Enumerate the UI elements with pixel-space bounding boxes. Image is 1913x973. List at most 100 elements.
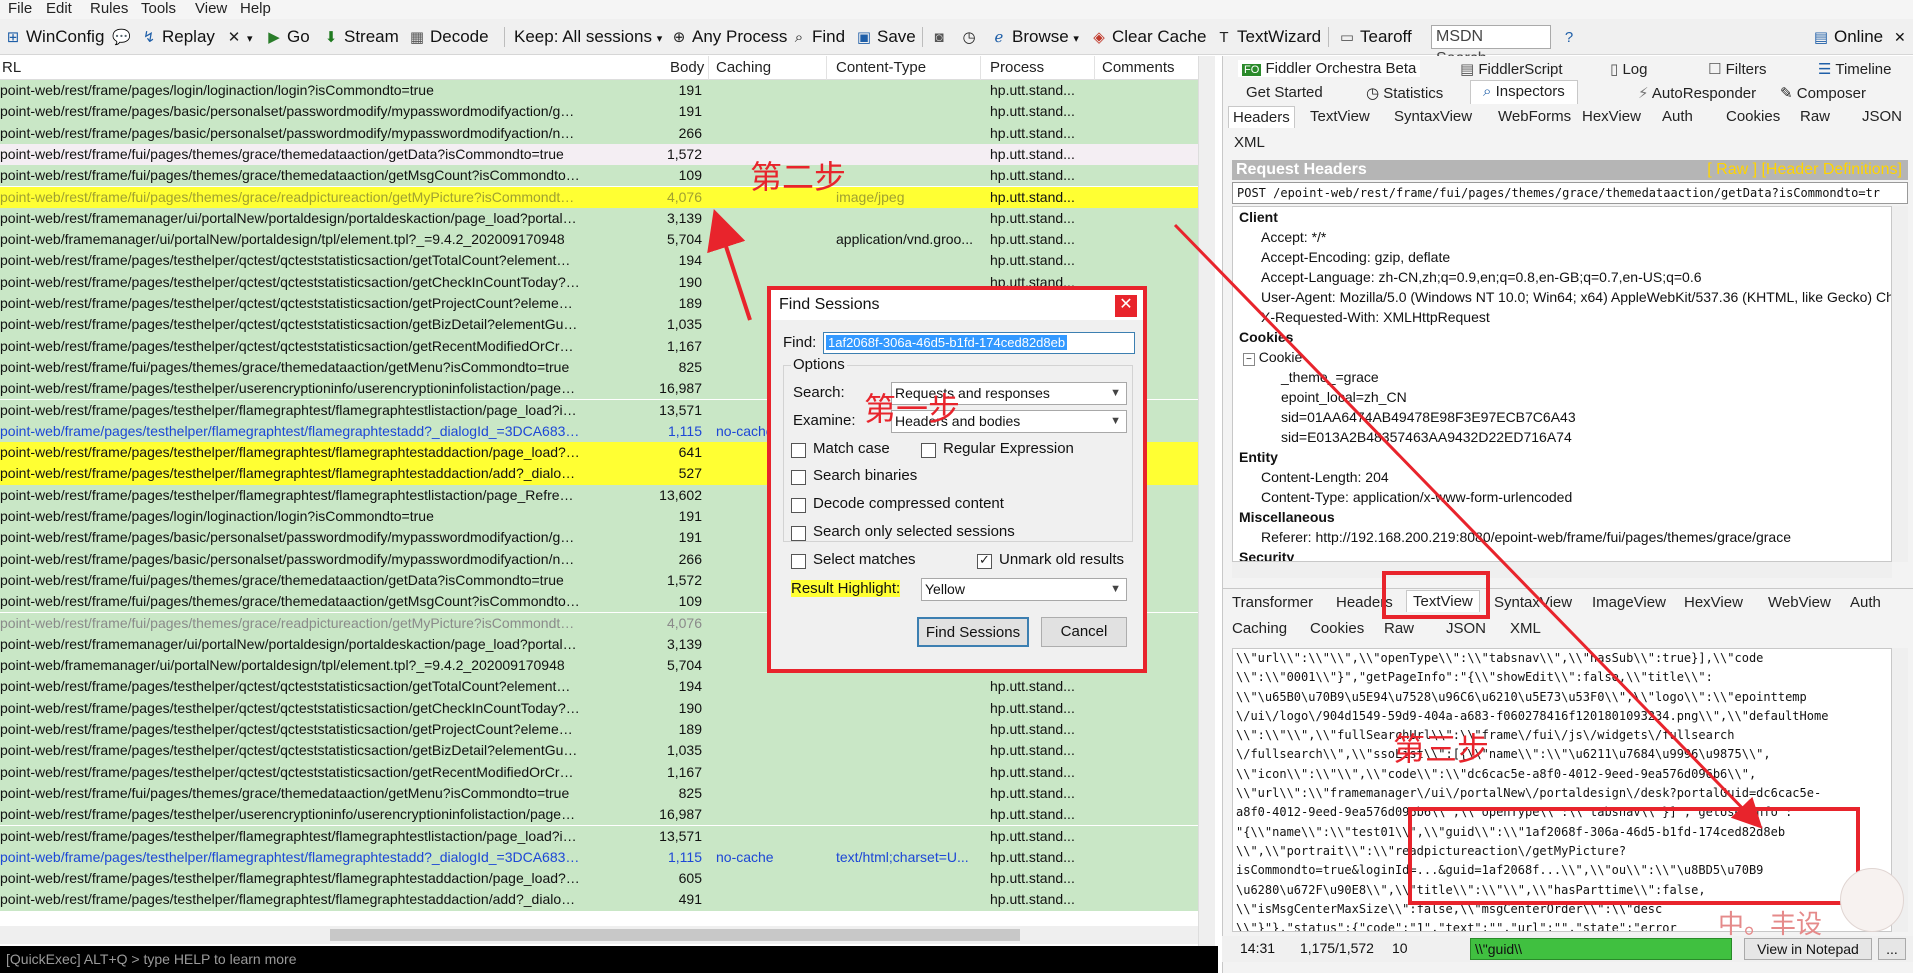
req-tab-json[interactable]: JSON xyxy=(1862,108,1902,125)
search-selected-checkbox[interactable] xyxy=(791,526,806,541)
regex-checkbox[interactable] xyxy=(921,443,936,458)
session-row[interactable]: point-web/rest/frame/pages/testhelper/qc… xyxy=(0,740,1198,762)
grid-vertical-scrollbar[interactable] xyxy=(1198,56,1215,946)
resp-tab-webview[interactable]: WebView xyxy=(1768,594,1831,611)
column-separator[interactable] xyxy=(708,56,709,80)
session-row[interactable]: point-web/rest/frame/pages/login/loginac… xyxy=(0,80,1198,102)
tab-autoresponder[interactable]: ⚡ AutoResponder xyxy=(1638,84,1756,102)
tab-statistics[interactable]: ◷ Statistics xyxy=(1366,84,1443,102)
splitter[interactable] xyxy=(1222,588,1913,589)
session-row[interactable]: point-web/frame/pages/testhelper/flamegr… xyxy=(0,846,1198,869)
tab-fiddler-orchestra[interactable]: FO Fiddler Orchestra Beta xyxy=(1238,60,1421,77)
unmark-old-checkbox[interactable] xyxy=(977,552,992,569)
session-row[interactable]: point-web/rest/frame/pages/testhelper/qc… xyxy=(0,719,1198,741)
menu-rules[interactable]: Rules xyxy=(90,0,128,17)
column-url[interactable]: RL xyxy=(2,59,21,76)
resp-tab-hexview[interactable]: HexView xyxy=(1684,594,1743,611)
req-tab-hexview[interactable]: HexView xyxy=(1582,108,1641,125)
session-row[interactable]: point-web/framemanager/ui/portalNew/port… xyxy=(0,229,1198,251)
match-case-checkbox[interactable] xyxy=(791,443,806,458)
tab-inspectors[interactable]: ⌕ Inspectors xyxy=(1470,80,1578,104)
req-tab-textview[interactable]: TextView xyxy=(1310,108,1370,125)
dialog-close-button[interactable]: ✕ xyxy=(1115,295,1137,317)
session-row[interactable]: point-web/rest/frame/pages/testhelper/qc… xyxy=(0,250,1198,272)
column-body[interactable]: Body xyxy=(670,59,704,76)
grid-scroll-thumb[interactable] xyxy=(330,929,1020,941)
cookie-toggle[interactable]: − Cookie xyxy=(1243,349,1302,366)
req-tab-webforms[interactable]: WebForms xyxy=(1498,108,1571,125)
resp-tab-imageview[interactable]: ImageView xyxy=(1592,594,1666,611)
timer-button[interactable]: ◷ xyxy=(960,24,982,50)
find-input[interactable]: 1af2068f-306a-46d5-b1fd-174ced82d8eb xyxy=(823,332,1135,354)
any-process-button[interactable]: ⊕ Any Process xyxy=(670,24,788,50)
menu-tools[interactable]: Tools xyxy=(141,0,176,17)
headers-horizontal-scrollbar[interactable] xyxy=(1232,562,1892,578)
session-row[interactable]: point-web/rest/frame/fui/pages/themes/gr… xyxy=(0,186,1198,208)
req-tab-headers[interactable]: Headers xyxy=(1228,106,1295,128)
session-row[interactable]: point-web/rest/frame/pages/testhelper/fl… xyxy=(0,825,1198,847)
tab-fiddlerscript[interactable]: ▤ FiddlerScript xyxy=(1460,60,1563,78)
replay-button[interactable]: ↯ Replay xyxy=(140,24,215,50)
menu-view[interactable]: View xyxy=(195,0,227,17)
cancel-button[interactable]: Cancel xyxy=(1041,617,1127,647)
raw-header-links[interactable]: [ Raw ] [Header Definitions] xyxy=(1707,160,1902,180)
resp-tab-xml[interactable]: XML xyxy=(1510,620,1541,637)
close-icon[interactable]: ✕ xyxy=(1894,24,1906,50)
session-row[interactable]: point-web/rest/frame/fui/pages/themes/gr… xyxy=(0,143,1198,166)
session-row[interactable]: point-web/rest/frame/pages/testhelper/fl… xyxy=(0,889,1198,911)
menu-help[interactable]: Help xyxy=(240,0,271,17)
resp-tab-transformer[interactable]: Transformer xyxy=(1232,594,1313,611)
remove-button[interactable]: ✕ ▾ xyxy=(225,24,253,50)
search-binaries-checkbox[interactable] xyxy=(791,470,806,485)
find-button[interactable]: ⌕ Find xyxy=(790,24,845,50)
stream-button[interactable]: ⬇ Stream xyxy=(322,24,399,50)
resp-tab-cookies[interactable]: Cookies xyxy=(1310,620,1364,637)
help-button[interactable]: ? xyxy=(1560,24,1582,50)
column-caching[interactable]: Caching xyxy=(716,59,771,76)
more-button[interactable]: ... xyxy=(1878,938,1906,960)
session-row[interactable]: point-web/rest/frame/pages/testhelper/qc… xyxy=(0,676,1198,698)
quickexec-input[interactable]: [QuickExec] ALT+Q > type HELP to learn m… xyxy=(0,946,1218,973)
session-row[interactable]: point-web/rest/frame/pages/testhelper/us… xyxy=(0,804,1198,826)
tab-get-started[interactable]: Get Started xyxy=(1246,84,1323,101)
tab-composer[interactable]: ✎ Composer xyxy=(1780,84,1866,102)
session-row[interactable]: point-web/rest/frame/pages/testhelper/qc… xyxy=(0,697,1198,719)
comment-button[interactable]: 💬 xyxy=(112,24,134,50)
winconfig-button[interactable]: ⊞ WinConfig xyxy=(4,24,105,50)
tab-log[interactable]: ▯ Log xyxy=(1610,60,1647,78)
resp-tab-auth[interactable]: Auth xyxy=(1850,594,1881,611)
clear-cache-button[interactable]: ◈ Clear Cache xyxy=(1090,24,1206,50)
tearoff-button[interactable]: ▭ Tearoff xyxy=(1338,24,1412,50)
decode-compressed-checkbox[interactable] xyxy=(791,498,806,513)
column-separator[interactable] xyxy=(1094,56,1095,80)
screenshot-button[interactable]: ◙ xyxy=(930,24,952,50)
req-tab-cookies[interactable]: Cookies xyxy=(1726,108,1780,125)
session-row[interactable]: point-web/rest/frame/pages/testhelper/qc… xyxy=(0,761,1198,783)
headers-vertical-scrollbar[interactable] xyxy=(1892,206,1908,562)
req-tab-auth[interactable]: Auth xyxy=(1662,108,1693,125)
tab-filters[interactable]: ☐ Filters xyxy=(1708,60,1766,78)
select-matches-checkbox[interactable] xyxy=(791,554,806,569)
browse-button[interactable]: ℯ Browse ▾ xyxy=(990,24,1079,50)
session-row[interactable]: point-web/rest/frame/pages/testhelper/fl… xyxy=(0,868,1198,890)
column-content-type[interactable]: Content-Type xyxy=(836,59,926,76)
decode-button[interactable]: ▦ Decode xyxy=(408,24,489,50)
keep-sessions-dropdown[interactable]: Keep: All sessions ▾ xyxy=(514,24,662,50)
find-in-text-input[interactable]: \\"guid\\ xyxy=(1470,938,1732,960)
column-separator[interactable] xyxy=(826,56,827,80)
req-tab-xml[interactable]: XML xyxy=(1234,134,1265,151)
menu-edit[interactable]: Edit xyxy=(46,0,72,17)
req-tab-raw[interactable]: Raw xyxy=(1800,108,1830,125)
resp-tab-raw[interactable]: Raw xyxy=(1384,620,1414,637)
column-comments[interactable]: Comments xyxy=(1102,59,1175,76)
menu-file[interactable]: File xyxy=(8,0,32,17)
find-sessions-button[interactable]: Find Sessions xyxy=(917,617,1029,647)
column-separator[interactable] xyxy=(980,56,981,80)
resp-tab-caching[interactable]: Caching xyxy=(1232,620,1287,637)
save-button[interactable]: ▣ Save xyxy=(855,24,916,50)
view-in-notepad-button[interactable]: View in Notepad xyxy=(1744,938,1872,960)
msdn-search-input[interactable]: MSDN Search... xyxy=(1431,25,1551,67)
session-row[interactable]: point-web/rest/frame/pages/basic/persona… xyxy=(0,101,1198,123)
textwizard-button[interactable]: T TextWizard xyxy=(1215,24,1321,50)
resp-tab-syntaxview[interactable]: SyntaxView xyxy=(1494,594,1572,611)
